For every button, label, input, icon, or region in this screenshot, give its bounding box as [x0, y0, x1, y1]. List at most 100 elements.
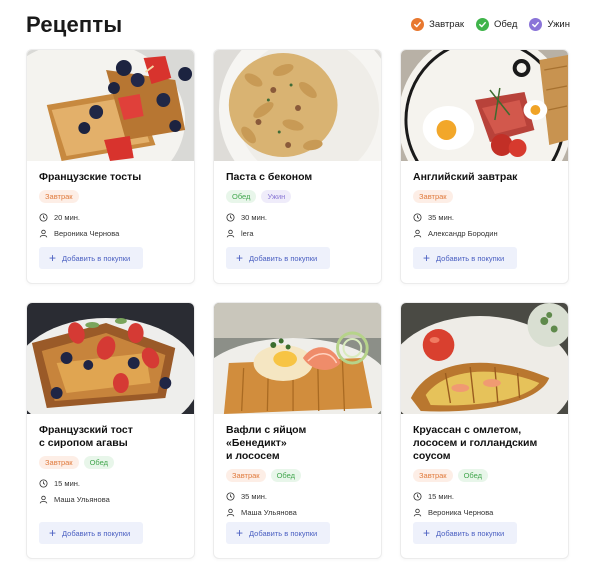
- title-line: и лососем: [226, 450, 280, 462]
- title-line: лососем и голландским: [413, 437, 538, 449]
- author-name[interactable]: lera: [241, 229, 254, 238]
- recipe-card[interactable]: Французские тосты Завтрак 20 мин. Верони…: [26, 49, 195, 284]
- recipe-title[interactable]: Английский завтрак: [413, 171, 556, 184]
- plus-icon: +: [236, 526, 244, 540]
- recipe-photo[interactable]: [214, 50, 381, 161]
- clock-icon: [226, 213, 235, 222]
- add-button-label: Добавить в покупки: [62, 253, 131, 263]
- tag-breakfast: Завтрак: [39, 190, 79, 203]
- recipe-photo[interactable]: [27, 303, 194, 414]
- recipe-author: Маша Ульянова: [226, 508, 369, 517]
- plus-icon: +: [236, 251, 244, 265]
- add-button-label: Добавить в покупки: [249, 528, 318, 538]
- plus-icon: +: [423, 526, 431, 540]
- recipe-tags: Обед Ужин: [226, 190, 369, 203]
- recipe-title[interactable]: Французские тосты: [39, 171, 182, 184]
- recipe-photo[interactable]: [214, 303, 381, 414]
- recipe-photo[interactable]: [401, 50, 568, 161]
- cook-time: 30 мин.: [226, 213, 369, 222]
- add-to-cart-button[interactable]: + Добавить в покупки: [413, 247, 517, 269]
- recipe-title[interactable]: Вафли с яйцом «Бенедикт» и лососем: [226, 424, 369, 463]
- plus-icon: +: [49, 251, 57, 265]
- time-value: 30 мин.: [241, 213, 267, 222]
- recipe-author: lera: [226, 229, 369, 238]
- recipe-card[interactable]: Паста с беконом Обед Ужин 30 мин. lera +…: [213, 49, 382, 284]
- time-value: 35 мин.: [428, 213, 454, 222]
- title-line: Французский тост: [39, 424, 133, 436]
- add-button-label: Добавить в покупки: [62, 528, 131, 538]
- legend-dinner[interactable]: Ужин: [529, 18, 570, 31]
- recipe-tags: Завтрак: [39, 190, 182, 203]
- recipe-title[interactable]: Круассан с омлетом, лососем и голландским…: [413, 424, 556, 463]
- check-icon: [476, 18, 490, 31]
- recipe-card[interactable]: Английский завтрак Завтрак 35 мин. Алекс…: [400, 49, 569, 284]
- tag-breakfast: Завтрак: [413, 469, 453, 482]
- tag-lunch: Обед: [457, 469, 489, 482]
- user-icon: [413, 229, 422, 238]
- recipe-card[interactable]: Вафли с яйцом «Бенедикт» и лососем Завтра…: [213, 302, 382, 559]
- legend-label: Завтрак: [429, 19, 465, 30]
- recipe-title[interactable]: Французский тост с сиропом агавы: [39, 424, 182, 450]
- recipe-author: Вероника Чернова: [39, 229, 182, 238]
- author-name[interactable]: Вероника Чернова: [428, 508, 493, 517]
- time-value: 15 мин.: [54, 479, 80, 488]
- user-icon: [39, 229, 48, 238]
- author-name[interactable]: Маша Ульянова: [241, 508, 297, 517]
- meal-legend: Завтрак Обед Ужин: [411, 18, 570, 31]
- check-icon: [529, 18, 543, 31]
- cook-time: 35 мин.: [413, 213, 556, 222]
- add-to-cart-button[interactable]: + Добавить в покупки: [226, 522, 330, 544]
- recipe-card[interactable]: Французский тост с сиропом агавы Завтрак …: [26, 302, 195, 559]
- clock-icon: [413, 213, 422, 222]
- cook-time: 15 мин.: [413, 492, 556, 501]
- author-name[interactable]: Маша Ульянова: [54, 495, 110, 504]
- tag-lunch: Обед: [226, 190, 257, 203]
- cook-time: 35 мин.: [226, 492, 369, 501]
- cook-time: 20 мин.: [39, 213, 182, 222]
- tag-lunch: Обед: [270, 469, 302, 482]
- tag-breakfast: Завтрак: [39, 456, 79, 469]
- legend-label: Ужин: [547, 19, 570, 30]
- time-value: 20 мин.: [54, 213, 80, 222]
- tag-dinner: Ужин: [261, 190, 292, 203]
- recipe-tags: Завтрак Обед: [39, 456, 182, 469]
- author-name[interactable]: Александр Бородин: [428, 229, 498, 238]
- add-to-cart-button[interactable]: + Добавить в покупки: [413, 522, 517, 544]
- clock-icon: [413, 492, 422, 501]
- legend-breakfast[interactable]: Завтрак: [411, 18, 464, 31]
- recipe-photo[interactable]: [401, 303, 568, 414]
- recipe-tags: Завтрак Обед: [226, 469, 369, 482]
- add-button-label: Добавить в покупки: [249, 253, 318, 263]
- add-to-cart-button[interactable]: + Добавить в покупки: [39, 247, 143, 269]
- recipe-author: Вероника Чернова: [413, 508, 556, 517]
- tag-lunch: Обед: [83, 456, 115, 469]
- clock-icon: [39, 213, 48, 222]
- time-value: 35 мин.: [241, 492, 267, 501]
- user-icon: [226, 229, 235, 238]
- plus-icon: +: [423, 251, 431, 265]
- user-icon: [39, 495, 48, 504]
- tag-breakfast: Завтрак: [413, 190, 453, 203]
- plus-icon: +: [49, 526, 57, 540]
- add-to-cart-button[interactable]: + Добавить в покупки: [226, 247, 330, 269]
- tag-breakfast: Завтрак: [226, 469, 266, 482]
- title-line: с сиропом агавы: [39, 437, 128, 449]
- recipe-card[interactable]: Круассан с омлетом, лососем и голландским…: [400, 302, 569, 559]
- user-icon: [226, 508, 235, 517]
- author-name[interactable]: Вероника Чернова: [54, 229, 119, 238]
- add-button-label: Добавить в покупки: [436, 528, 505, 538]
- cook-time: 15 мин.: [39, 479, 182, 488]
- recipe-title[interactable]: Паста с беконом: [226, 171, 369, 184]
- check-icon: [411, 18, 425, 31]
- title-line: Круассан с омлетом,: [413, 424, 522, 436]
- recipe-photo[interactable]: [27, 50, 194, 161]
- add-to-cart-button[interactable]: + Добавить в покупки: [39, 522, 143, 544]
- clock-icon: [226, 492, 235, 501]
- recipe-tags: Завтрак: [413, 190, 556, 203]
- legend-lunch[interactable]: Обед: [476, 18, 517, 31]
- title-line: соусом: [413, 450, 451, 462]
- page-title: Рецепты: [26, 12, 123, 37]
- add-button-label: Добавить в покупки: [436, 253, 505, 263]
- recipe-tags: Завтрак Обед: [413, 469, 556, 482]
- recipe-author: Маша Ульянова: [39, 495, 182, 504]
